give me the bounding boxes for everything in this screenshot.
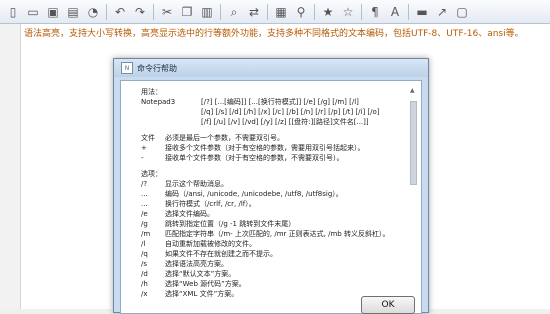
toolbar-separator (408, 3, 409, 20)
usage-command: Notepad3 (141, 98, 176, 106)
replace-icon[interactable]: ⇄ (246, 4, 262, 20)
option-description: 显示这个帮助消息。 (165, 180, 228, 188)
option-description: 选择“默认文本”方案。 (165, 270, 236, 278)
word-wrap-icon[interactable]: ¶ (367, 4, 383, 20)
argument-key: + (141, 144, 147, 152)
dialog-title-bar[interactable]: N 命令行帮助 (114, 59, 428, 77)
main-toolbar: ▯ ▭ ▣ ▤ ◔ ↶ ↷ ✂ ❐ ▥ ⌕ ⇄ ▦ ⚲ ★ ☆ ¶ A ▬ ↗ ▢ (0, 0, 550, 24)
print-preview-icon[interactable]: ▦ (273, 4, 289, 20)
argument-description: 接收单个文件参数（对于有空格的参数，不需要双引号）。 (165, 154, 344, 162)
option-description: 如果文件不存在就创建之而不提示。 (165, 250, 277, 258)
argument-description: 接收多个文件参数（对于有空格的参数，需要用双引号括起来）。 (165, 144, 365, 152)
usage-syntax-line: [/?] [...[编码]] [...[换行符模式]] [/e] [/g] [/… (201, 98, 359, 106)
usage-syntax-line: [/q] [/s] [/d] [/h] [/x] [/c] [/b] [/n] … (201, 108, 380, 116)
option-description: 换行符模式（/crlf, /cr, /lf）。 (165, 200, 256, 208)
save-icon[interactable]: ▣ (45, 4, 61, 20)
option-key: ... (141, 190, 148, 198)
option-key: /? (141, 180, 148, 188)
dialog-title: 命令行帮助 (137, 63, 177, 73)
new-file-icon[interactable]: ▯ (5, 4, 21, 20)
open-file-icon[interactable]: ▭ (25, 4, 41, 20)
line-number-gutter (0, 24, 21, 309)
bookmark-next-icon[interactable]: ☆ (340, 4, 356, 20)
redo-icon[interactable]: ↷ (132, 4, 148, 20)
argument-key: - (141, 154, 144, 162)
undo-icon[interactable]: ↶ (112, 4, 128, 20)
find-icon[interactable]: ⌕ (226, 4, 242, 20)
editor-line[interactable]: 语法高亮，支持大小写转换，高亮显示选中的行等额外功能，支持多种不同格式的文本编码… (24, 26, 524, 39)
bookmark-icon[interactable]: ★ (320, 4, 336, 20)
save-all-icon[interactable]: ▤ (65, 4, 81, 20)
option-key: /h (141, 280, 148, 288)
copy-icon[interactable]: ❐ (179, 4, 195, 20)
option-description: 选择语法高亮方案。 (165, 260, 228, 268)
option-key: /g (141, 220, 148, 228)
option-key: /x (141, 290, 148, 298)
toolbar-separator (153, 3, 154, 20)
ok-button[interactable]: OK (361, 296, 415, 314)
pin-icon[interactable]: ↗ (434, 4, 450, 20)
app-icon: N (121, 62, 133, 74)
option-key: ... (141, 200, 148, 208)
scroll-thumb[interactable] (410, 101, 417, 185)
usage-syntax-line: [/f] [/u] [/v] [/vd] [/y] [/z] [[盘符:][路径… (201, 118, 369, 126)
option-description: 选择“Web 源代码”方案。 (165, 280, 246, 288)
paste-icon[interactable]: ▥ (199, 4, 215, 20)
option-key: /s (141, 260, 148, 268)
argument-key: 文件 (141, 134, 155, 142)
option-key: /q (141, 250, 148, 258)
close-file-icon[interactable]: ◔ (85, 4, 101, 20)
terminal-icon[interactable]: ▬ (414, 4, 430, 20)
toolbar-separator (314, 3, 315, 20)
option-key: /d (141, 270, 148, 278)
option-description: 自动重新加载被修改的文件。 (165, 240, 256, 248)
option-description: 编码（/ansi, /unicode, /unicodebe, /utf8, /… (165, 190, 343, 198)
toolbar-separator (361, 3, 362, 20)
option-description: 选择文件编码。 (165, 210, 214, 218)
option-key: /e (141, 210, 148, 218)
options-label: 选项： (141, 170, 162, 178)
vertical-scrollbar[interactable]: ▲ ▼ (409, 87, 417, 311)
help-text-box[interactable]: 用法： Notepad3 [/?] [...[编码]] [...[换行符模式]]… (120, 80, 422, 314)
usage-label: 用法： (141, 88, 162, 96)
option-description: 匹配指定字符串（/m- 上次匹配的, /mr 正则表达式, /mb 转义反斜杠）… (165, 230, 390, 238)
encoding-icon[interactable]: A (387, 4, 403, 20)
scroll-up-icon[interactable]: ▲ (410, 87, 415, 94)
option-description: 选择“XML 文件”方案。 (165, 290, 239, 298)
argument-description: 必须是最后一个参数，不需要双引号。 (165, 134, 284, 142)
cut-icon[interactable]: ✂ (159, 4, 175, 20)
toolbar-separator (220, 3, 221, 20)
window-icon[interactable]: ▢ (454, 4, 470, 20)
zoom-icon[interactable]: ⚲ (293, 4, 309, 20)
option-key: /m (141, 230, 151, 238)
option-description: 跳转到指定位置（/g -1 跳转到文件末尾） (165, 220, 296, 228)
command-line-help-dialog: N 命令行帮助 用法： Notepad3 [/?] [...[编码]] [...… (113, 58, 429, 314)
option-key: /l (141, 240, 146, 248)
toolbar-separator (106, 3, 107, 20)
toolbar-separator (267, 3, 268, 20)
